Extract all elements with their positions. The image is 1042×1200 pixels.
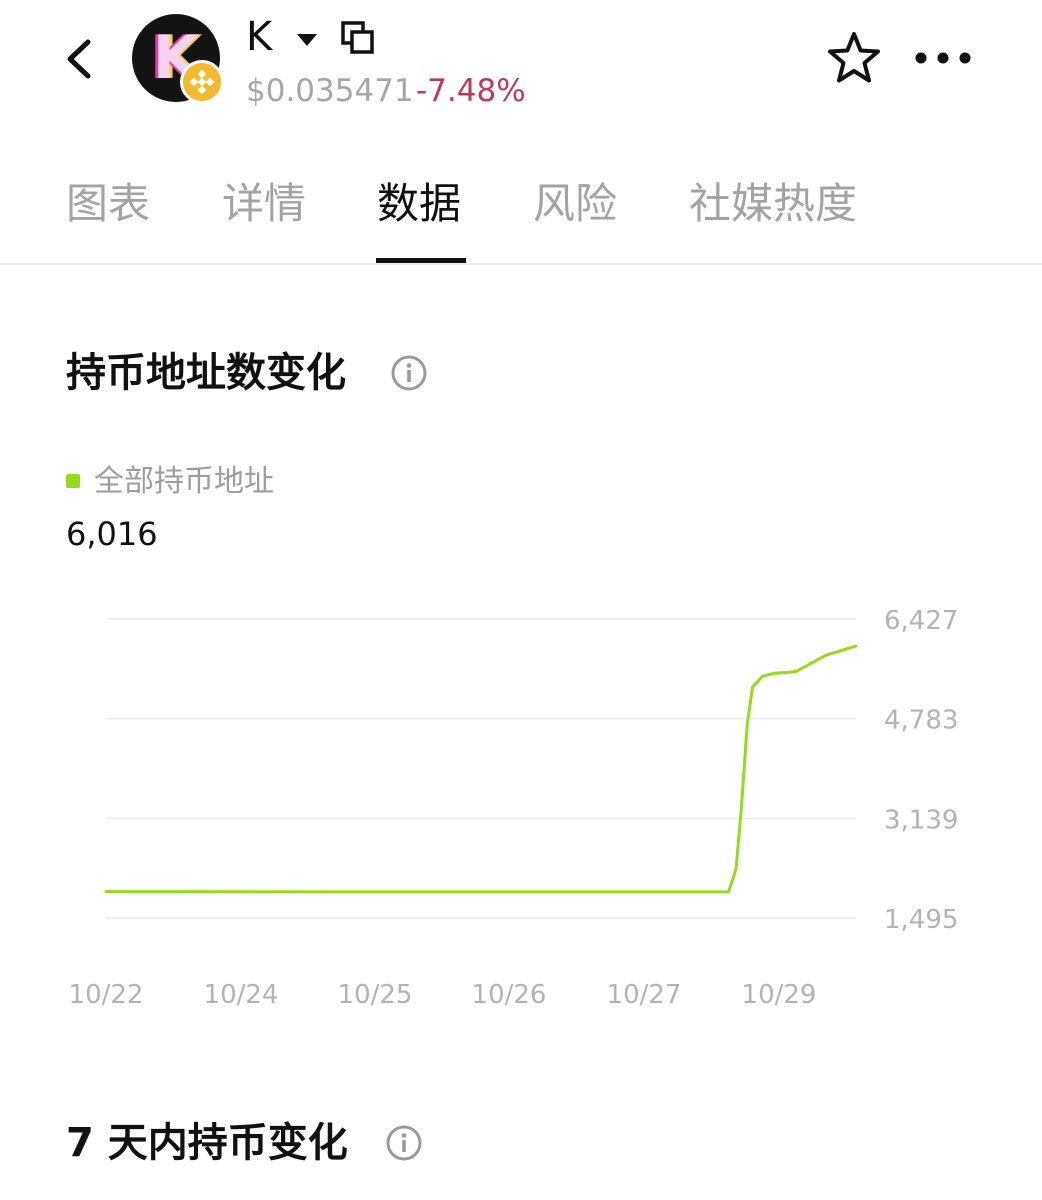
more-button[interactable] [912,44,974,72]
info-icon[interactable] [390,354,428,392]
token-price: $0.035471 [246,73,414,109]
tab-details[interactable]: 详情 [222,176,306,232]
x-tick-label: 10/25 [338,980,413,1010]
tab-chart[interactable]: 图表 [66,176,150,232]
x-tick-label: 10/26 [472,980,547,1010]
token-name[interactable]: K [246,12,272,62]
star-outline-icon [828,32,880,83]
holders-7d-section-title: 7 天内持币变化 [66,1120,348,1166]
holders-line-chart[interactable]: 6,427 4,783 3,139 1,495 10/22 10/24 10/25 10/26… [0,590,1042,1030]
tabs-divider [0,263,1042,265]
tab-data[interactable]: 数据 [377,176,461,232]
tab-social[interactable]: 社媒热度 [689,176,857,232]
price-change: -7.48% [416,73,526,109]
x-tick-label: 10/24 [204,980,279,1010]
back-button[interactable] [58,34,102,84]
legend-label: 全部持币地址 [94,464,274,499]
x-tick-label: 10/27 [607,980,682,1010]
info-icon[interactable] [385,1124,423,1162]
x-tick-label: 10/29 [742,980,817,1010]
current-holders-value: 6,016 [66,515,158,553]
y-tick-label: 6,427 [884,606,958,636]
favorite-button[interactable] [826,30,882,86]
y-tick-label: 4,783 [884,706,958,736]
holders-section-title: 持币地址数变化 [66,350,346,396]
holders-series-line [104,644,858,894]
caret-down-icon[interactable] [296,32,318,51]
y-tick-label: 1,495 [884,905,958,935]
bnb-chain-icon [180,60,224,104]
copy-icon[interactable] [340,20,376,56]
x-tick-label: 10/22 [69,980,144,1010]
y-tick-label: 3,139 [884,805,958,835]
tab-risk[interactable]: 风险 [533,176,617,232]
chevron-left-icon [67,39,91,79]
legend-swatch [66,474,80,488]
more-horizontal-icon [915,52,971,64]
